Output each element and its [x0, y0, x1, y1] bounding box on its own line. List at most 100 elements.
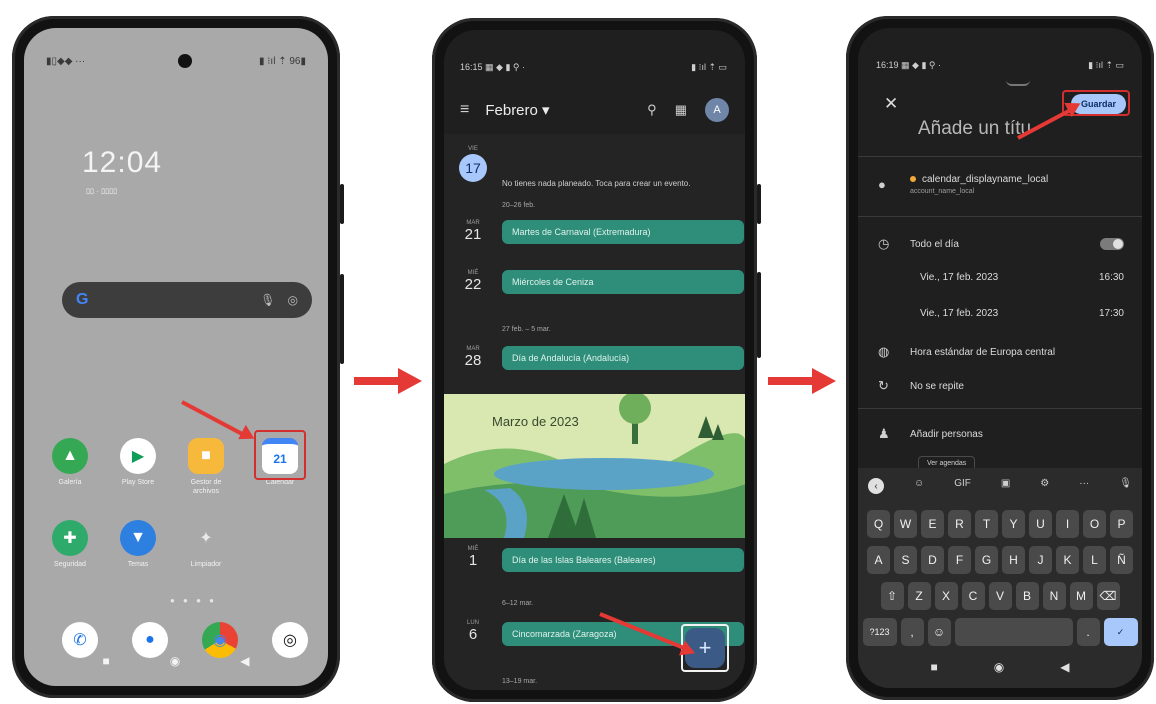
app-themes[interactable]: ▼ Temas: [110, 520, 166, 569]
keyboard-key[interactable]: L: [1083, 546, 1106, 574]
keyboard-key[interactable]: C: [961, 582, 985, 610]
status-bar: 16:19 ▦ ◆ ▮ ⚲ · ▮ ⁝ıl ⇡ ▭: [876, 60, 1124, 71]
start-row[interactable]: Vie., 17 feb. 2023 16:30: [920, 272, 1124, 283]
home-icon[interactable]: ◉: [170, 654, 180, 668]
gif-icon[interactable]: GIF: [954, 478, 971, 494]
mic-icon[interactable]: 🎙: [260, 293, 275, 307]
keyboard-key[interactable]: Q: [867, 510, 890, 538]
no-plans-message[interactable]: No tienes nada planeado. Toca para crear…: [502, 178, 745, 189]
app-cleaner[interactable]: ✦ Limpiador: [178, 520, 234, 569]
event-chip[interactable]: Miércoles de Ceniza: [502, 270, 744, 294]
all-day-toggle[interactable]: [1100, 238, 1124, 250]
symbols-key[interactable]: ?123: [862, 618, 897, 646]
voice-icon[interactable]: 🎙: [1119, 478, 1132, 494]
clipboard-icon[interactable]: ▣: [1001, 478, 1010, 494]
more-icon[interactable]: ···: [1079, 478, 1089, 494]
day-header: MIÉ 1: [458, 546, 488, 569]
keyboard-key[interactable]: G: [975, 546, 998, 574]
app-security[interactable]: ✚ Seguridad: [42, 520, 98, 569]
menu-icon[interactable]: ≡: [460, 101, 469, 119]
keyboard-key[interactable]: M: [1069, 582, 1093, 610]
event-chip[interactable]: Día de Andalucía (Andalucía): [502, 346, 744, 370]
keyboard-key[interactable]: K: [1056, 546, 1079, 574]
landscape-illustration: [444, 394, 745, 538]
lens-icon[interactable]: ◎: [288, 293, 298, 307]
event-chip[interactable]: Martes de Carnaval (Extremadura): [502, 220, 744, 244]
event-chip[interactable]: Día de las Islas Baleares (Baleares): [502, 548, 744, 572]
search-icon[interactable]: ⚲: [647, 102, 657, 118]
event-title-input[interactable]: Añade un títu: [918, 118, 1031, 140]
google-search-bar[interactable]: G 🎙 ◎: [62, 282, 312, 318]
back-icon[interactable]: ◀: [1060, 660, 1069, 674]
keyboard-key[interactable]: E: [921, 510, 944, 538]
app-label: Seguridad: [54, 561, 86, 568]
phone-icon: ✆: [62, 622, 98, 658]
emoji-key[interactable]: ☺: [927, 618, 951, 646]
banner-month-title: Marzo de 2023: [492, 414, 579, 429]
avatar[interactable]: A: [705, 98, 729, 122]
keyboard-key[interactable]: U: [1029, 510, 1052, 538]
keyboard-key[interactable]: Ñ: [1110, 546, 1133, 574]
collapse-icon[interactable]: ‹: [868, 478, 884, 494]
keyboard-row-1: QWERTYUIOP: [864, 510, 1136, 538]
period-key[interactable]: .: [1076, 618, 1100, 646]
end-date[interactable]: Vie., 17 feb. 2023: [920, 308, 998, 319]
tutorial-arrow: [181, 400, 247, 438]
app-play-store[interactable]: ▶ Play Store: [110, 438, 166, 487]
keyboard-key[interactable]: ⌫: [1096, 582, 1120, 610]
keyboard-key[interactable]: Y: [1002, 510, 1025, 538]
today-icon[interactable]: ▦: [675, 102, 687, 118]
keyboard-key[interactable]: X: [934, 582, 958, 610]
keyboard-key[interactable]: V: [988, 582, 1012, 610]
keyboard-key[interactable]: I: [1056, 510, 1079, 538]
keyboard-key[interactable]: S: [894, 546, 917, 574]
keyboard-key[interactable]: J: [1029, 546, 1052, 574]
keyboard-key[interactable]: A: [867, 546, 890, 574]
settings-icon[interactable]: ⚙: [1040, 478, 1049, 494]
repeat-row[interactable]: ↻ No se repite: [878, 378, 1124, 394]
folder-icon: ■: [188, 438, 224, 474]
timezone-row[interactable]: ◍ Hora estándar de Europa central: [878, 344, 1124, 360]
app-file-manager[interactable]: ■ Gestor de archivos: [178, 438, 234, 496]
end-row[interactable]: Vie., 17 feb. 2023 17:30: [920, 308, 1124, 319]
start-time[interactable]: 16:30: [1099, 272, 1124, 283]
keyboard-key[interactable]: D: [921, 546, 944, 574]
keyboard-key[interactable]: B: [1015, 582, 1039, 610]
comma-key[interactable]: ,: [900, 618, 924, 646]
sticker-icon[interactable]: ☺: [914, 478, 924, 494]
recents-icon[interactable]: ■: [931, 660, 938, 674]
dock-chrome[interactable]: ◉: [192, 622, 248, 658]
all-day-row[interactable]: ◷ Todo el día: [878, 236, 1124, 252]
calendar-account-row[interactable]: ● calendar_displayname_local account_nam…: [878, 174, 1124, 195]
keyboard-key[interactable]: P: [1110, 510, 1133, 538]
space-key[interactable]: [954, 618, 1073, 646]
app-label: Play Store: [121, 479, 155, 486]
start-date[interactable]: Vie., 17 feb. 2023: [920, 272, 998, 283]
dock-messages[interactable]: ●: [122, 622, 178, 658]
keyboard-key[interactable]: O: [1083, 510, 1106, 538]
keyboard-key[interactable]: R: [948, 510, 971, 538]
status-left: 16:15 ▦ ◆ ▮ ⚲ ·: [460, 62, 525, 72]
keyboard-key[interactable]: W: [894, 510, 917, 538]
week-range: 6–12 mar.: [502, 600, 534, 607]
keyboard-key[interactable]: H: [1002, 546, 1025, 574]
month-selector[interactable]: Febrero ▾: [485, 101, 549, 119]
dock-phone[interactable]: ✆: [52, 622, 108, 658]
drag-handle[interactable]: [1006, 80, 1030, 86]
done-key[interactable]: ✓: [1103, 618, 1138, 646]
keyboard-key[interactable]: F: [948, 546, 971, 574]
keyboard-key[interactable]: ⇧: [880, 582, 904, 610]
end-time[interactable]: 17:30: [1099, 308, 1124, 319]
home-icon[interactable]: ◉: [994, 660, 1004, 674]
keyboard-key[interactable]: T: [975, 510, 998, 538]
repeat-icon: ↻: [878, 378, 889, 393]
people-row[interactable]: ♟ Añadir personas: [878, 426, 1124, 442]
dock-camera[interactable]: ◎: [262, 622, 318, 658]
back-icon[interactable]: ◀: [240, 654, 249, 668]
recents-icon[interactable]: ■: [103, 654, 110, 668]
day-number: 6: [468, 626, 478, 643]
app-gallery[interactable]: ▲ Galería: [42, 438, 98, 487]
close-icon[interactable]: ✕: [884, 94, 898, 114]
keyboard-key[interactable]: Z: [907, 582, 931, 610]
keyboard-key[interactable]: N: [1042, 582, 1066, 610]
